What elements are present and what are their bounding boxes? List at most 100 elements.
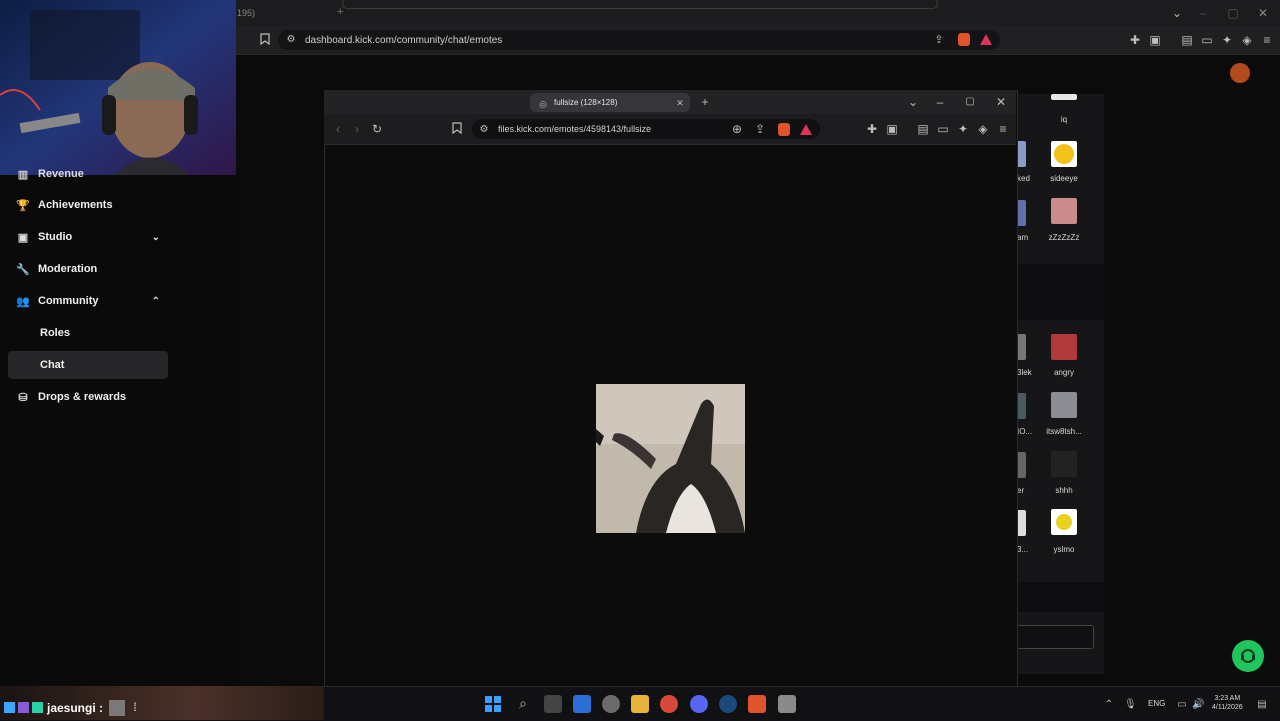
chrome-icon[interactable] [660, 695, 678, 713]
emote-label: shhh [1055, 486, 1073, 495]
tab-list-icon[interactable]: ⌄ [906, 95, 920, 109]
clock[interactable]: 3:23 AM 4/11/2026 [1212, 694, 1243, 712]
maximize-icon[interactable]: ▢ [963, 95, 977, 109]
emote-name-input[interactable] [1016, 625, 1094, 649]
microphone-icon[interactable]: 🎙 [1124, 698, 1137, 712]
site-info-icon[interactable]: ⚙ [478, 123, 490, 137]
revenue-icon: ▥ [17, 168, 29, 181]
sidebar-item-label: Community [38, 295, 99, 307]
maximize-icon[interactable]: ▢ [1226, 6, 1240, 20]
emote-image[interactable] [1051, 392, 1077, 418]
sidebar-item-revenue[interactable]: ▥ Revenue [8, 160, 168, 188]
sidebar-item-community[interactable]: 👥 Community ⌃ [8, 287, 168, 315]
sidebar-item-achievements[interactable]: 🏆 Achievements [8, 191, 168, 219]
bookmark-icon[interactable] [450, 122, 464, 137]
streamer-camera-image [0, 0, 236, 175]
emote-image[interactable] [1051, 198, 1077, 224]
minimize-icon[interactable]: – [933, 95, 947, 109]
discord-icon[interactable] [690, 695, 708, 713]
close-icon[interactable]: ✕ [1256, 6, 1270, 20]
wallet-icon[interactable]: ▭ [1200, 33, 1214, 47]
emote-image[interactable] [1051, 141, 1077, 167]
windows-start-icon[interactable] [485, 696, 501, 712]
extensions-icon[interactable]: ✚ [1128, 33, 1142, 47]
emote-image[interactable] [1051, 334, 1077, 360]
emote-image[interactable] [1051, 94, 1077, 100]
sidebar-item-label: Achievements [38, 199, 113, 211]
back-arrow-icon[interactable]: ‹ [331, 122, 345, 136]
sidebar-item-label: Moderation [38, 263, 98, 275]
emote-label: sideeye [1050, 174, 1078, 183]
close-icon[interactable]: ✕ [994, 95, 1008, 109]
new-tab-icon[interactable]: + [698, 95, 712, 109]
share-icon[interactable]: ⇪ [753, 122, 767, 136]
vpn-icon[interactable]: ◈ [1240, 33, 1254, 47]
people-icon: 👥 [16, 295, 30, 308]
sidebar-toggle-icon[interactable]: ▤ [1180, 33, 1194, 47]
forward-arrow-icon[interactable]: › [350, 122, 364, 136]
brave-icon[interactable] [748, 695, 766, 713]
brave-rewards-icon[interactable] [980, 34, 992, 45]
tray-overflow-icon[interactable]: ⌃ [1103, 698, 1115, 712]
notifications-icon[interactable]: ▤ [1256, 698, 1268, 712]
popup-url[interactable]: files.kick.com/emotes/4598143/fullsize [498, 124, 651, 134]
sidebar-item-roles[interactable]: Roles [8, 319, 168, 347]
emote-image[interactable] [1051, 451, 1077, 477]
wallet-icon[interactable]: ▭ [936, 122, 950, 136]
brave-rewards-icon[interactable] [800, 124, 812, 135]
menu-icon[interactable]: ≡ [1260, 33, 1274, 47]
popup-tab-title[interactable]: fullsize (128×128) [554, 98, 617, 107]
vpn-icon[interactable]: ◈ [976, 122, 990, 136]
minimize-icon[interactable]: – [1196, 6, 1210, 20]
panel-divider [1016, 264, 1104, 320]
back-browser-tab-pill[interactable] [342, 0, 938, 9]
sidebar-item-chat[interactable]: Chat [8, 351, 168, 379]
zoom-icon[interactable]: ⊕ [730, 122, 744, 136]
extensions-icon[interactable]: ✚ [865, 122, 879, 136]
back-browser-tab-title[interactable]: 195) [237, 8, 255, 18]
reload-icon[interactable]: ↻ [370, 122, 384, 136]
headset-icon [1241, 649, 1255, 663]
panel-divider [1016, 582, 1104, 612]
screenshot-icon[interactable]: ▣ [1148, 33, 1162, 47]
wrench-icon: 🔧 [16, 263, 30, 276]
search-icon[interactable]: ⌕ [514, 696, 532, 710]
tab-list-icon[interactable]: ⌄ [1170, 6, 1184, 20]
sidebar-item-label: Studio [38, 231, 73, 243]
brave-shield-icon[interactable] [958, 33, 970, 46]
support-chat-button[interactable] [1232, 640, 1264, 672]
tab-close-icon[interactable]: ✕ [675, 96, 685, 110]
new-tab-icon[interactable]: + [337, 6, 343, 18]
user-emote-image [109, 700, 125, 716]
github-icon[interactable] [602, 695, 620, 713]
bookmark-icon[interactable] [258, 33, 272, 48]
avatar[interactable] [1230, 63, 1250, 83]
sidebar-item-moderation[interactable]: 🔧 Moderation [8, 255, 168, 283]
site-info-icon[interactable]: ⚙ [285, 33, 297, 47]
sidebar-item-label: Roles [40, 327, 70, 339]
sidebar-toggle-icon[interactable]: ▤ [916, 122, 930, 136]
share-icon[interactable]: ⇪ [932, 33, 946, 47]
task-view-icon[interactable] [544, 695, 562, 713]
sidebar-item-label: Drops & rewards [38, 391, 127, 403]
emote-image[interactable] [1051, 509, 1077, 535]
store-icon[interactable] [573, 695, 591, 713]
brave-shield-icon[interactable] [778, 123, 790, 136]
app-icon[interactable] [778, 695, 796, 713]
language-indicator[interactable]: ENG [1148, 699, 1165, 708]
leo-ai-icon[interactable]: ✦ [956, 122, 970, 136]
emote-label: 3... [1017, 545, 1029, 554]
app-icon [18, 702, 29, 713]
sidebar-item-drops-rewards[interactable]: ⛁ Drops & rewards [8, 383, 168, 411]
steam-icon[interactable] [719, 695, 737, 713]
screenshot-icon[interactable]: ▣ [885, 122, 899, 136]
leo-ai-icon[interactable]: ✦ [1220, 33, 1234, 47]
webcam-overlay [0, 0, 236, 175]
back-browser-url[interactable]: dashboard.kick.com/community/chat/emotes [305, 35, 502, 46]
volume-icon[interactable]: 🔊 [1192, 698, 1204, 712]
menu-icon[interactable]: ≡ [996, 122, 1010, 136]
emote-label: iq [1060, 115, 1068, 124]
network-icon[interactable]: ▭ [1176, 698, 1188, 712]
file-explorer-icon[interactable] [631, 695, 649, 713]
sidebar-item-studio[interactable]: ▣ Studio ⌄ [8, 223, 168, 251]
